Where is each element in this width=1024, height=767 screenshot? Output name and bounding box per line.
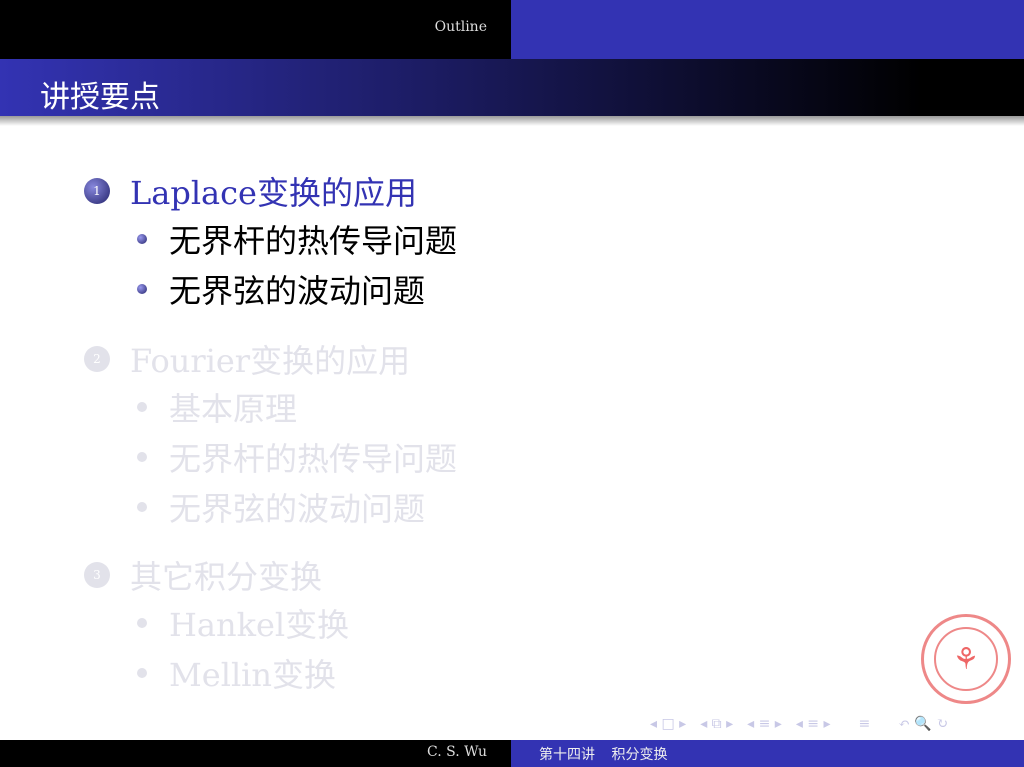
subsection-label: Mellin变换 xyxy=(169,656,337,694)
outline-section-2[interactable]: 2 Fourier变换的应用 xyxy=(84,336,410,382)
section-number: 3 xyxy=(84,562,110,588)
section-label: Laplace变换的应用 xyxy=(130,174,417,212)
title-shadow xyxy=(0,116,1024,126)
nav-section-icon[interactable]: ◂ ≡ ▸ xyxy=(747,716,782,732)
outline-subsection[interactable]: Mellin变换 xyxy=(137,650,336,696)
bullet-icon xyxy=(137,668,147,678)
outline-subsection[interactable]: 无界弦的波动问题 xyxy=(137,266,425,312)
subsection-label: 基本原理 xyxy=(169,390,298,428)
outline-subsection[interactable]: 基本原理 xyxy=(137,384,297,430)
section-number: 2 xyxy=(84,346,110,372)
subsection-label: 无界弦的波动问题 xyxy=(169,272,426,310)
header-right xyxy=(511,0,1024,59)
nav-document-icon[interactable]: ≡ xyxy=(859,716,871,732)
subsection-label: 无界弦的波动问题 xyxy=(169,490,426,528)
section-number: 1 xyxy=(84,178,110,204)
bullet-icon xyxy=(137,452,147,462)
bullet-icon xyxy=(137,502,147,512)
nav-subsection-icon[interactable]: ◂ ⧉ ▸ xyxy=(700,716,733,732)
frame-title: 讲授要点 xyxy=(0,59,1024,116)
bullet-icon xyxy=(137,618,147,628)
subsection-label: 无界杆的热传导问题 xyxy=(169,222,458,260)
header-bar: Outline xyxy=(0,0,1024,59)
outline-subsection[interactable]: 无界弦的波动问题 xyxy=(137,484,425,530)
header-section[interactable]: Outline xyxy=(0,0,511,59)
outline-subsection[interactable]: Hankel变换 xyxy=(137,600,349,646)
outline-subsection[interactable]: 无界杆的热传导问题 xyxy=(137,434,457,480)
bullet-icon xyxy=(137,402,147,412)
footer-author: C. S. Wu xyxy=(0,740,511,767)
outline-section-3[interactable]: 3 其它积分变换 xyxy=(84,552,322,598)
bullet-icon xyxy=(137,284,147,294)
outline-section-1[interactable]: 1 Laplace变换的应用 xyxy=(84,168,417,214)
nav-frame-icon[interactable]: ◂ □ ▸ xyxy=(650,716,686,732)
nav-search-back-icon[interactable]: ↶ 🔍 ↻ xyxy=(898,716,948,732)
footer-bar: C. S. Wu 第十四讲 积分变换 xyxy=(0,740,1024,767)
nav-part-icon[interactable]: ◂ ≡ ▸ xyxy=(796,716,831,732)
bullet-icon xyxy=(137,234,147,244)
subsection-label: 无界杆的热传导问题 xyxy=(169,440,458,478)
beamer-navigation: ◂ □ ▸ ◂ ⧉ ▸ ◂ ≡ ▸ ◂ ≡ ▸ ≡ ↶ 🔍 ↻ xyxy=(650,716,948,732)
subsection-label: Hankel变换 xyxy=(169,606,350,644)
outline-subsection[interactable]: 无界杆的热传导问题 xyxy=(137,216,457,262)
section-label: 其它积分变换 xyxy=(130,558,323,596)
footer-lecture: 第十四讲 积分变换 xyxy=(511,740,1024,767)
seal-emblem-icon: ⚘ xyxy=(934,627,998,691)
section-label: Fourier变换的应用 xyxy=(130,342,411,380)
university-seal-logo: ⚘ xyxy=(921,614,1011,704)
